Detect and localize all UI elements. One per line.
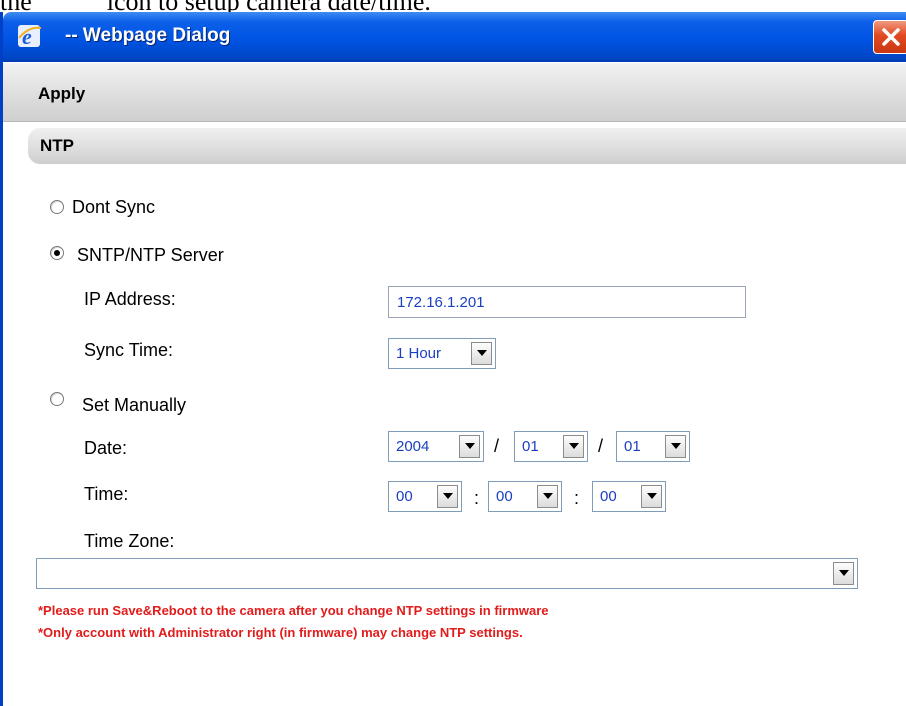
chevron-down-icon[interactable] xyxy=(665,435,686,458)
date-separator: / xyxy=(598,436,604,456)
ie-icon: e xyxy=(17,22,43,50)
sntp-server-radio[interactable] xyxy=(50,246,64,260)
year-select[interactable]: 2004 xyxy=(388,431,484,462)
time-separator: : xyxy=(574,488,580,508)
chevron-down-icon[interactable] xyxy=(641,485,662,508)
sync-time-label: Sync Time: xyxy=(84,340,174,360)
warning-note-admin: *Only account with Administrator right (… xyxy=(38,625,523,640)
chevron-down-icon[interactable] xyxy=(563,435,584,458)
chevron-down-icon[interactable] xyxy=(471,342,492,365)
dont-sync-label: Dont Sync xyxy=(72,197,156,217)
month-value: 01 xyxy=(522,438,539,455)
chevron-down-icon[interactable] xyxy=(537,485,558,508)
year-value: 2004 xyxy=(396,438,430,455)
day-value: 01 xyxy=(624,438,641,455)
chevron-down-icon[interactable] xyxy=(437,485,458,508)
set-manually-label: Set Manually xyxy=(82,395,187,415)
date-separator: / xyxy=(494,436,500,456)
date-label: Date: xyxy=(84,438,128,458)
warning-note-reboot: *Please run Save&Reboot to the camera af… xyxy=(38,603,549,618)
sntp-server-label: SNTP/NTP Server xyxy=(77,245,224,265)
toolbar xyxy=(3,62,906,122)
minute-value: 00 xyxy=(496,488,513,505)
section-title: NTP xyxy=(40,136,74,155)
section-header xyxy=(28,128,906,164)
close-button[interactable] xyxy=(873,20,906,54)
title-bar[interactable]: e -- Webpage Dialog xyxy=(3,12,906,62)
window-title: -- Webpage Dialog xyxy=(65,25,231,46)
apply-button[interactable]: Apply xyxy=(38,84,85,104)
chevron-down-icon[interactable] xyxy=(459,435,480,458)
set-manually-radio[interactable] xyxy=(50,392,64,406)
month-select[interactable]: 01 xyxy=(514,431,588,462)
time-zone-select[interactable] xyxy=(36,558,858,589)
hour-select[interactable]: 00 xyxy=(388,481,462,512)
ip-address-input[interactable] xyxy=(388,286,746,318)
svg-text:e: e xyxy=(22,24,32,49)
day-select[interactable]: 01 xyxy=(616,431,690,462)
ip-address-label: IP Address: xyxy=(84,289,176,309)
minute-select[interactable]: 00 xyxy=(488,481,562,512)
time-separator: : xyxy=(474,488,480,508)
hour-value: 00 xyxy=(396,488,413,505)
close-icon xyxy=(882,28,900,46)
chevron-down-icon[interactable] xyxy=(833,562,854,585)
sync-time-value: 1 Hour xyxy=(396,345,442,362)
sync-time-select[interactable]: 1 Hour xyxy=(388,338,496,369)
time-zone-label: Time Zone: xyxy=(84,531,175,551)
second-select[interactable]: 00 xyxy=(592,481,666,512)
dont-sync-radio[interactable] xyxy=(50,200,64,214)
time-label: Time: xyxy=(84,484,129,504)
second-value: 00 xyxy=(600,488,617,505)
